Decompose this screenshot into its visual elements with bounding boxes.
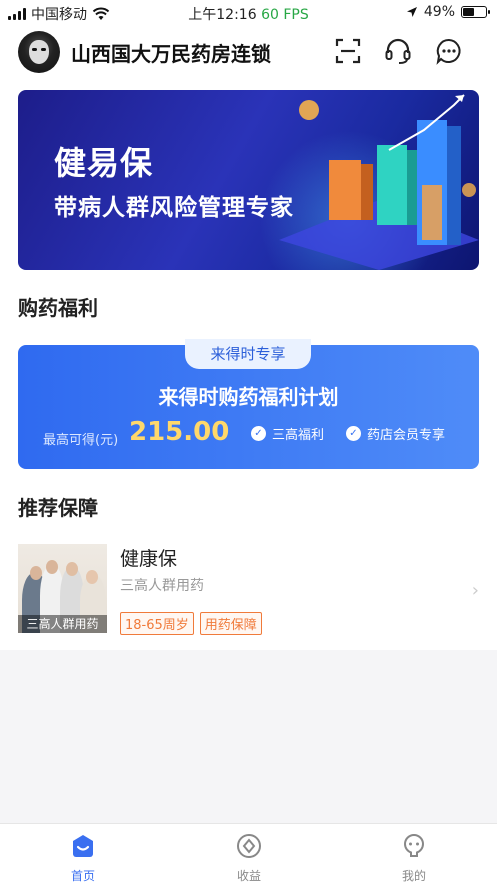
check-icon: ✓ (251, 426, 266, 441)
main-content: 健易保 带病人群风险管理专家 购药福利 来得时专享 来得时购药福利计划 最高可得… (0, 80, 497, 650)
store-title: 山西国大万民药房连锁 (71, 42, 271, 66)
benefit-label: 三高福利 (272, 428, 325, 443)
banner-subtitle: 带病人群风险管理专家 (54, 195, 294, 221)
product-image-caption: 三高人群用药 (18, 615, 107, 633)
product-tags: 18-65周岁 用药保障 (120, 612, 262, 635)
benefit-item: ✓ 药店会员专享 (346, 424, 445, 443)
product-name: 健康保 (120, 548, 178, 570)
location-arrow-icon (406, 7, 417, 17)
tab-label: 我的 (401, 869, 426, 883)
chat-icon[interactable] (435, 37, 463, 65)
product-tag: 用药保障 (199, 612, 262, 635)
clock: 上午12:16 (188, 7, 257, 23)
battery-icon (461, 6, 490, 18)
fps-counter: 60 FPS (261, 7, 309, 23)
check-icon: ✓ (346, 426, 361, 441)
tab-home[interactable]: 首页 (38, 832, 128, 883)
headset-icon[interactable] (384, 37, 412, 65)
chevron-right-icon: › (471, 580, 479, 601)
tab-label: 首页 (70, 869, 95, 883)
tab-earnings[interactable]: 收益 (204, 832, 294, 883)
welfare-card[interactable]: 来得时专享 来得时购药福利计划 最高可得(元) 215.00 ✓ 三高福利 ✓ … (18, 339, 479, 469)
scan-icon[interactable] (334, 37, 362, 65)
section-title-welfare: 购药福利 (18, 296, 98, 320)
promo-banner[interactable]: 健易保 带病人群风险管理专家 (18, 90, 479, 270)
product-item[interactable]: 三高人群用药 健康保 三高人群用药 18-65周岁 用药保障 › (0, 540, 497, 640)
product-desc: 三高人群用药 (120, 578, 204, 594)
section-title-recommend: 推荐保障 (18, 496, 98, 520)
banner-title: 健易保 (54, 144, 154, 182)
bottom-tab-bar: 首页 收益 我的 (0, 823, 497, 883)
status-bar: 中国移动 上午12:16 60 FPS 49% (0, 0, 497, 26)
benefit-label: 药店会员专享 (367, 428, 446, 443)
benefit-item: ✓ 三高福利 (251, 424, 324, 443)
tab-profile[interactable]: 我的 (369, 832, 459, 883)
earnings-icon (237, 834, 261, 858)
max-amount-value: 215.00 (129, 417, 230, 447)
exclusive-tag: 来得时专享 (185, 339, 311, 369)
city-illustration (279, 94, 479, 270)
app-header: 山西国大万民药房连锁 (0, 26, 497, 80)
tab-label: 收益 (236, 869, 261, 883)
max-amount-label: 最高可得(元) (43, 433, 119, 448)
product-tag: 18-65周岁 (120, 612, 194, 635)
product-image: 三高人群用药 (18, 544, 107, 633)
battery-percent: 49% (423, 4, 455, 20)
welfare-title: 来得时购药福利计划 (158, 385, 339, 409)
avatar[interactable] (18, 31, 60, 73)
home-icon (73, 835, 93, 857)
profile-icon (403, 833, 425, 857)
